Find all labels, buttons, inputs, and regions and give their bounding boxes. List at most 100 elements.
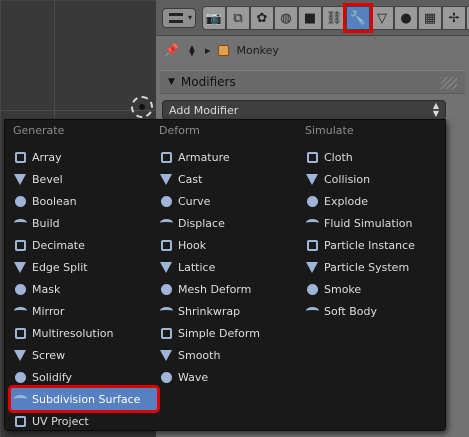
mesh-deform-icon bbox=[159, 282, 173, 296]
menu-item-lattice[interactable]: Lattice bbox=[155, 256, 295, 278]
menu-item-label: Hook bbox=[178, 238, 207, 252]
menu-item-label: Lattice bbox=[178, 260, 216, 274]
menu-heading-generate: Generate bbox=[13, 124, 65, 137]
menu-item-edge-split[interactable]: Edge Split bbox=[9, 256, 159, 278]
3d-cursor-icon[interactable] bbox=[131, 96, 153, 118]
particles-icon[interactable]: ✢ bbox=[442, 6, 466, 30]
menu-item-label: Boolean bbox=[32, 194, 77, 208]
menu-heading-deform: Deform bbox=[159, 124, 200, 137]
menu-item-label: Mesh Deform bbox=[178, 282, 252, 296]
armature-icon bbox=[159, 150, 173, 164]
menu-item-label: Collision bbox=[324, 172, 371, 186]
render-icon[interactable]: 📷 bbox=[202, 6, 226, 30]
render-layers-icon[interactable]: ⧉ bbox=[226, 6, 250, 30]
cast-icon bbox=[159, 172, 173, 186]
particle-system-icon bbox=[305, 260, 319, 274]
updown-arrows-icon: ▲ ▼ bbox=[432, 101, 439, 118]
shrinkwrap-icon bbox=[159, 304, 173, 318]
screw-icon bbox=[13, 348, 27, 362]
menu-item-decimate[interactable]: Decimate bbox=[9, 234, 159, 256]
menu-item-label: Cast bbox=[178, 172, 203, 186]
chevron-down-icon: ▾ bbox=[187, 13, 192, 22]
soft-body-icon bbox=[305, 304, 319, 318]
menu-item-label: Smoke bbox=[324, 282, 362, 296]
menu-item-label: Screw bbox=[32, 348, 66, 362]
menu-item-screw[interactable]: Screw bbox=[9, 344, 159, 366]
mesh-data-icon: ⧫ bbox=[189, 43, 195, 57]
menu-item-particle-system[interactable]: Particle System bbox=[301, 256, 441, 278]
collapse-triangle-icon[interactable]: ▼ bbox=[168, 77, 175, 87]
menu-item-build[interactable]: Build bbox=[9, 212, 159, 234]
menu-item-cloth[interactable]: Cloth bbox=[301, 146, 441, 168]
menu-item-boolean[interactable]: Boolean bbox=[9, 190, 159, 212]
menu-item-label: Displace bbox=[178, 216, 225, 230]
boolean-icon bbox=[13, 194, 27, 208]
object-data-icon[interactable]: ▽ bbox=[370, 6, 394, 30]
menu-item-label: Shrinkwrap bbox=[178, 304, 241, 318]
menu-item-fluid-simulation[interactable]: Fluid Simulation bbox=[301, 212, 441, 234]
menu-item-smooth[interactable]: Smooth bbox=[155, 344, 295, 366]
modifiers-wrench-icon[interactable]: 🔧 bbox=[346, 6, 370, 30]
menu-item-displace[interactable]: Displace bbox=[155, 212, 295, 234]
menu-item-label: Edge Split bbox=[32, 260, 88, 274]
menu-item-label: Particle Instance bbox=[324, 238, 415, 252]
menu-item-hook[interactable]: Hook bbox=[155, 234, 295, 256]
menu-item-armature[interactable]: Armature bbox=[155, 146, 295, 168]
constraints-icon[interactable]: ⛓ bbox=[322, 6, 346, 30]
menu-item-multiresolution[interactable]: Multiresolution bbox=[9, 322, 159, 344]
menu-item-label: Simple Deform bbox=[178, 326, 260, 340]
menu-item-uv-project[interactable]: UV Project bbox=[9, 410, 159, 432]
menu-column-deform: Deform Armature Cast Curve Displace Hook Latt… bbox=[155, 124, 295, 388]
fluid-simulation-icon bbox=[305, 216, 319, 230]
curve-icon bbox=[159, 194, 173, 208]
menu-item-mask[interactable]: Mask bbox=[9, 278, 159, 300]
world-icon[interactable]: ◍ bbox=[274, 6, 298, 30]
multiresolution-icon bbox=[13, 326, 27, 340]
menu-item-cast[interactable]: Cast bbox=[155, 168, 295, 190]
menu-item-label: Explode bbox=[324, 194, 368, 208]
subdivision-surface-icon bbox=[13, 392, 27, 406]
pin-icon[interactable]: 📌 bbox=[164, 43, 179, 57]
menu-item-array[interactable]: Array bbox=[9, 146, 159, 168]
menu-item-smoke[interactable]: Smoke bbox=[301, 278, 441, 300]
material-icon[interactable]: ● bbox=[394, 6, 418, 30]
menu-item-explode[interactable]: Explode bbox=[301, 190, 441, 212]
menu-item-wave[interactable]: Wave bbox=[155, 366, 295, 388]
add-modifier-dropdown[interactable]: Add Modifier ▲ ▼ bbox=[162, 100, 446, 120]
smooth-icon bbox=[159, 348, 173, 362]
menu-item-label: Array bbox=[32, 150, 62, 164]
menu-item-mirror[interactable]: Mirror bbox=[9, 300, 159, 322]
menu-item-label: Particle System bbox=[324, 260, 410, 274]
edge-split-icon bbox=[13, 260, 27, 274]
menu-item-label: Cloth bbox=[324, 150, 353, 164]
object-icon[interactable]: ■ bbox=[298, 6, 322, 30]
add-modifier-label: Add Modifier bbox=[169, 103, 239, 117]
menu-item-solidify[interactable]: Solidify bbox=[9, 366, 159, 388]
texture-icon[interactable]: ▦ bbox=[418, 6, 442, 30]
mask-icon bbox=[13, 282, 27, 296]
menu-item-particle-instance[interactable]: Particle Instance bbox=[301, 234, 441, 256]
simple-deform-icon bbox=[159, 326, 173, 340]
menu-item-collision[interactable]: Collision bbox=[301, 168, 441, 190]
cloth-icon bbox=[305, 150, 319, 164]
menu-item-subdivision-surface[interactable]: Subdivision Surface bbox=[11, 388, 157, 410]
menu-item-curve[interactable]: Curve bbox=[155, 190, 295, 212]
menu-item-label: Smooth bbox=[178, 348, 221, 362]
menu-item-mesh-deform[interactable]: Mesh Deform bbox=[155, 278, 295, 300]
menu-item-soft-body[interactable]: Soft Body bbox=[301, 300, 441, 322]
menu-item-label: Multiresolution bbox=[32, 326, 114, 340]
editor-type-button[interactable]: ▾ bbox=[162, 8, 196, 28]
solidify-icon bbox=[13, 370, 27, 384]
drag-handle-icon[interactable] bbox=[441, 77, 457, 89]
modifiers-panel-header[interactable]: ▼ Modifiers bbox=[160, 70, 465, 94]
build-icon bbox=[13, 216, 27, 230]
menu-item-simple-deform[interactable]: Simple Deform bbox=[155, 322, 295, 344]
menu-item-shrinkwrap[interactable]: Shrinkwrap bbox=[155, 300, 295, 322]
scene-icon[interactable]: ✿ bbox=[250, 6, 274, 30]
menu-item-label: Mask bbox=[32, 282, 61, 296]
menu-item-bevel[interactable]: Bevel bbox=[9, 168, 159, 190]
array-icon bbox=[13, 150, 27, 164]
object-cube-icon bbox=[216, 43, 230, 57]
menu-item-label: Curve bbox=[178, 194, 211, 208]
bevel-icon bbox=[13, 172, 27, 186]
